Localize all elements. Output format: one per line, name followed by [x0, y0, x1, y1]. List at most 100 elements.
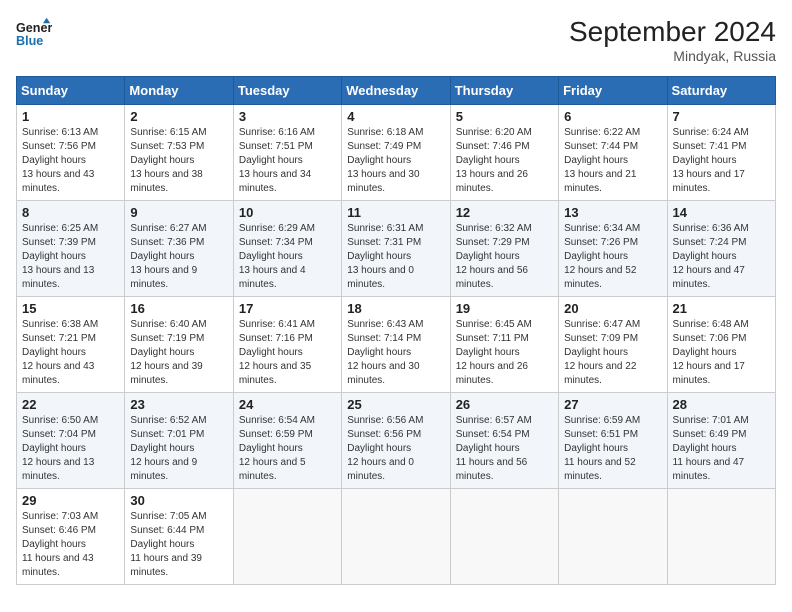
calendar-day-cell: 12 Sunrise: 6:32 AMSunset: 7:29 PMDaylig… — [450, 201, 558, 297]
calendar-day-cell: 15 Sunrise: 6:38 AMSunset: 7:21 PMDaylig… — [17, 297, 125, 393]
day-info: Sunrise: 6:24 AMSunset: 7:41 PMDaylight … — [673, 127, 749, 194]
calendar-day-cell: 7 Sunrise: 6:24 AMSunset: 7:41 PMDayligh… — [667, 105, 775, 201]
day-number: 10 — [239, 205, 336, 220]
day-info: Sunrise: 6:29 AMSunset: 7:34 PMDaylight … — [239, 223, 315, 290]
calendar-day-cell: 3 Sunrise: 6:16 AMSunset: 7:51 PMDayligh… — [233, 105, 341, 201]
day-number: 12 — [456, 205, 553, 220]
calendar-day-cell: 26 Sunrise: 6:57 AMSunset: 6:54 PMDaylig… — [450, 393, 558, 489]
svg-text:Blue: Blue — [16, 34, 43, 48]
calendar-day-cell: 21 Sunrise: 6:48 AMSunset: 7:06 PMDaylig… — [667, 297, 775, 393]
day-number: 4 — [347, 109, 444, 124]
calendar-day-cell: 14 Sunrise: 6:36 AMSunset: 7:24 PMDaylig… — [667, 201, 775, 297]
day-info: Sunrise: 6:36 AMSunset: 7:24 PMDaylight … — [673, 223, 749, 290]
day-info: Sunrise: 6:34 AMSunset: 7:26 PMDaylight … — [564, 223, 640, 290]
day-info: Sunrise: 6:41 AMSunset: 7:16 PMDaylight … — [239, 319, 315, 386]
calendar-day-cell: 23 Sunrise: 6:52 AMSunset: 7:01 PMDaylig… — [125, 393, 233, 489]
day-number: 5 — [456, 109, 553, 124]
day-info: Sunrise: 6:18 AMSunset: 7:49 PMDaylight … — [347, 127, 423, 194]
day-number: 25 — [347, 397, 444, 412]
day-number: 23 — [130, 397, 227, 412]
day-number: 9 — [130, 205, 227, 220]
day-number: 8 — [22, 205, 119, 220]
calendar-week-row: 8 Sunrise: 6:25 AMSunset: 7:39 PMDayligh… — [17, 201, 776, 297]
calendar-day-cell: 25 Sunrise: 6:56 AMSunset: 6:56 PMDaylig… — [342, 393, 450, 489]
calendar-week-row: 29 Sunrise: 7:03 AMSunset: 6:46 PMDaylig… — [17, 489, 776, 585]
day-number: 27 — [564, 397, 661, 412]
calendar-day-cell: 19 Sunrise: 6:45 AMSunset: 7:11 PMDaylig… — [450, 297, 558, 393]
day-number: 13 — [564, 205, 661, 220]
calendar-day-cell: 30 Sunrise: 7:05 AMSunset: 6:44 PMDaylig… — [125, 489, 233, 585]
calendar-day-cell: 9 Sunrise: 6:27 AMSunset: 7:36 PMDayligh… — [125, 201, 233, 297]
day-info: Sunrise: 6:27 AMSunset: 7:36 PMDaylight … — [130, 223, 206, 290]
day-info: Sunrise: 7:05 AMSunset: 6:44 PMDaylight … — [130, 511, 206, 578]
calendar-day-cell: 1 Sunrise: 6:13 AMSunset: 7:56 PMDayligh… — [17, 105, 125, 201]
calendar-day-cell: 13 Sunrise: 6:34 AMSunset: 7:26 PMDaylig… — [559, 201, 667, 297]
day-info: Sunrise: 7:01 AMSunset: 6:49 PMDaylight … — [673, 415, 749, 482]
day-number: 26 — [456, 397, 553, 412]
day-number: 2 — [130, 109, 227, 124]
calendar-week-row: 22 Sunrise: 6:50 AMSunset: 7:04 PMDaylig… — [17, 393, 776, 489]
calendar-day-header: Tuesday — [233, 77, 341, 105]
calendar-day-cell — [342, 489, 450, 585]
calendar-day-header: Wednesday — [342, 77, 450, 105]
day-info: Sunrise: 6:20 AMSunset: 7:46 PMDaylight … — [456, 127, 532, 194]
calendar-day-cell — [667, 489, 775, 585]
logo-icon: General Blue — [16, 16, 52, 52]
calendar-day-cell: 28 Sunrise: 7:01 AMSunset: 6:49 PMDaylig… — [667, 393, 775, 489]
calendar-day-cell — [233, 489, 341, 585]
calendar-day-cell: 8 Sunrise: 6:25 AMSunset: 7:39 PMDayligh… — [17, 201, 125, 297]
day-info: Sunrise: 6:59 AMSunset: 6:51 PMDaylight … — [564, 415, 640, 482]
day-info: Sunrise: 6:22 AMSunset: 7:44 PMDaylight … — [564, 127, 640, 194]
calendar-day-cell: 24 Sunrise: 6:54 AMSunset: 6:59 PMDaylig… — [233, 393, 341, 489]
day-info: Sunrise: 6:38 AMSunset: 7:21 PMDaylight … — [22, 319, 98, 386]
calendar-day-cell: 5 Sunrise: 6:20 AMSunset: 7:46 PMDayligh… — [450, 105, 558, 201]
calendar-day-cell: 10 Sunrise: 6:29 AMSunset: 7:34 PMDaylig… — [233, 201, 341, 297]
day-number: 14 — [673, 205, 770, 220]
day-number: 30 — [130, 493, 227, 508]
day-number: 3 — [239, 109, 336, 124]
day-number: 24 — [239, 397, 336, 412]
page-header: General Blue September 2024 Mindyak, Rus… — [16, 16, 776, 64]
day-info: Sunrise: 6:48 AMSunset: 7:06 PMDaylight … — [673, 319, 749, 386]
day-info: Sunrise: 6:56 AMSunset: 6:56 PMDaylight … — [347, 415, 423, 482]
day-info: Sunrise: 6:40 AMSunset: 7:19 PMDaylight … — [130, 319, 206, 386]
calendar-day-cell: 16 Sunrise: 6:40 AMSunset: 7:19 PMDaylig… — [125, 297, 233, 393]
calendar-day-header: Thursday — [450, 77, 558, 105]
day-info: Sunrise: 6:32 AMSunset: 7:29 PMDaylight … — [456, 223, 532, 290]
day-info: Sunrise: 6:54 AMSunset: 6:59 PMDaylight … — [239, 415, 315, 482]
calendar-day-header: Saturday — [667, 77, 775, 105]
day-number: 15 — [22, 301, 119, 316]
logo: General Blue — [16, 16, 52, 52]
day-info: Sunrise: 6:57 AMSunset: 6:54 PMDaylight … — [456, 415, 532, 482]
location-subtitle: Mindyak, Russia — [569, 48, 776, 64]
day-info: Sunrise: 6:31 AMSunset: 7:31 PMDaylight … — [347, 223, 423, 290]
day-info: Sunrise: 6:15 AMSunset: 7:53 PMDaylight … — [130, 127, 206, 194]
calendar-day-header: Friday — [559, 77, 667, 105]
day-number: 19 — [456, 301, 553, 316]
calendar-week-row: 1 Sunrise: 6:13 AMSunset: 7:56 PMDayligh… — [17, 105, 776, 201]
calendar-day-cell: 2 Sunrise: 6:15 AMSunset: 7:53 PMDayligh… — [125, 105, 233, 201]
calendar-header-row: SundayMondayTuesdayWednesdayThursdayFrid… — [17, 77, 776, 105]
month-year-title: September 2024 — [569, 16, 776, 48]
calendar-day-cell: 11 Sunrise: 6:31 AMSunset: 7:31 PMDaylig… — [342, 201, 450, 297]
day-info: Sunrise: 6:25 AMSunset: 7:39 PMDaylight … — [22, 223, 98, 290]
day-number: 16 — [130, 301, 227, 316]
calendar-day-cell — [559, 489, 667, 585]
calendar-body: 1 Sunrise: 6:13 AMSunset: 7:56 PMDayligh… — [17, 105, 776, 585]
day-info: Sunrise: 6:16 AMSunset: 7:51 PMDaylight … — [239, 127, 315, 194]
day-info: Sunrise: 6:47 AMSunset: 7:09 PMDaylight … — [564, 319, 640, 386]
calendar-day-cell: 27 Sunrise: 6:59 AMSunset: 6:51 PMDaylig… — [559, 393, 667, 489]
day-info: Sunrise: 7:03 AMSunset: 6:46 PMDaylight … — [22, 511, 98, 578]
day-info: Sunrise: 6:50 AMSunset: 7:04 PMDaylight … — [22, 415, 98, 482]
calendar-day-cell: 17 Sunrise: 6:41 AMSunset: 7:16 PMDaylig… — [233, 297, 341, 393]
day-number: 7 — [673, 109, 770, 124]
calendar-day-cell: 20 Sunrise: 6:47 AMSunset: 7:09 PMDaylig… — [559, 297, 667, 393]
calendar-day-cell — [450, 489, 558, 585]
calendar-day-header: Monday — [125, 77, 233, 105]
calendar-day-cell: 22 Sunrise: 6:50 AMSunset: 7:04 PMDaylig… — [17, 393, 125, 489]
calendar-day-cell: 6 Sunrise: 6:22 AMSunset: 7:44 PMDayligh… — [559, 105, 667, 201]
day-number: 29 — [22, 493, 119, 508]
day-number: 22 — [22, 397, 119, 412]
calendar-week-row: 15 Sunrise: 6:38 AMSunset: 7:21 PMDaylig… — [17, 297, 776, 393]
calendar-day-cell: 29 Sunrise: 7:03 AMSunset: 6:46 PMDaylig… — [17, 489, 125, 585]
